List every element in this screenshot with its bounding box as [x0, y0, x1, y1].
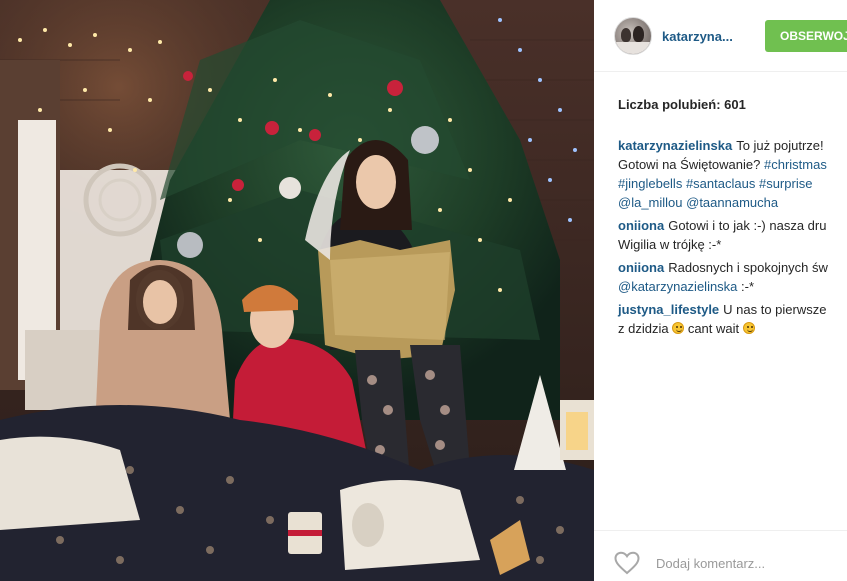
hashtag-link[interactable]: #jinglebells	[618, 176, 682, 191]
mention-link[interactable]: @taannamucha	[686, 195, 778, 210]
comment-line: oniiona Radosnych i spokojnych św	[618, 258, 847, 277]
comment-line: justyna_lifestyle U nas to pierwsze	[618, 300, 847, 319]
avatar-figure-2	[633, 26, 644, 42]
comment-item: oniiona Gotowi i to jak :-) nasza dru Wigi…	[618, 216, 847, 254]
mention-link[interactable]: @katarzynazielinska	[618, 279, 737, 294]
comment-text: Radosnych i spokojnych św	[668, 260, 828, 275]
comment-text: cant wait	[684, 321, 743, 336]
comment-text: U nas to pierwsze	[723, 302, 827, 317]
comment-username[interactable]: justyna_lifestyle	[618, 302, 719, 317]
post-header: katarzyna... OBSERWOJ	[594, 0, 847, 72]
comment-text: To już pojutrze!	[736, 138, 824, 153]
comment-line: #jinglebells #santaclaus #surprise	[618, 174, 847, 193]
user-avatar[interactable]	[614, 17, 652, 55]
comment-text: Gotowi na Świętowanie?	[618, 157, 764, 172]
post-side-panel: katarzyna... OBSERWOJ Liczba polubień: 6…	[594, 0, 847, 581]
comment-line: katarzynazielinska To już pojutrze!	[618, 136, 847, 155]
username-link[interactable]: katarzyna...	[662, 29, 746, 44]
comment-line: @katarzynazielinska :-*	[618, 277, 847, 296]
comment-item: oniiona Radosnych i spokojnych św @katarzy…	[618, 258, 847, 296]
add-comment-input[interactable]	[656, 553, 836, 573]
comment-line: @la_millou @taannamucha	[618, 193, 847, 212]
comment-username[interactable]: katarzynazielinska	[618, 138, 732, 153]
likes-count[interactable]: Liczba polubień: 601	[618, 97, 746, 112]
hashtag-link[interactable]: #surprise	[759, 176, 812, 191]
comment-text: z dzidzia	[618, 321, 673, 336]
follow-button[interactable]: OBSERWOJ	[765, 20, 847, 52]
comment-item: justyna_lifestyle U nas to pierwsze z dzid…	[618, 300, 847, 338]
comment-line: Wigilia w trójkę :-*	[618, 235, 847, 254]
instagram-post-modal: katarzyna... OBSERWOJ Liczba polubień: 6…	[0, 0, 847, 581]
christmas-photo-illustration	[0, 0, 594, 581]
emoji-mouth	[746, 329, 753, 332]
comment-text: Gotowi i to jak :-) nasza dru	[668, 218, 827, 233]
comment-username[interactable]: oniiona	[618, 260, 664, 275]
comment-item: katarzynazielinska To już pojutrze! Gotow…	[618, 136, 847, 212]
comment-line: oniiona Gotowi i to jak :-) nasza dru	[618, 216, 847, 235]
laugh-emoji	[742, 322, 755, 334]
hashtag-link[interactable]: #santaclaus	[686, 176, 755, 191]
comment-line: z dzidzia cant wait	[618, 319, 847, 338]
comment-text: Wigilia w trójkę :-*	[618, 237, 722, 252]
avatar-figure-1	[621, 28, 631, 42]
heart-outline-icon[interactable]	[614, 551, 640, 575]
mention-link[interactable]: @la_millou	[618, 195, 683, 210]
comments-list: katarzynazielinska To już pojutrze! Gotow…	[618, 136, 847, 342]
comment-text: :-*	[737, 279, 755, 294]
avatar-background	[615, 42, 651, 54]
comment-line: Gotowi na Świętowanie? #christmas	[618, 155, 847, 174]
hashtag-link[interactable]: #christmas	[764, 157, 827, 172]
emoji-mouth	[676, 329, 683, 332]
post-footer	[594, 530, 847, 581]
smile-emoji	[672, 322, 685, 334]
post-photo[interactable]	[0, 0, 594, 581]
comment-username[interactable]: oniiona	[618, 218, 664, 233]
